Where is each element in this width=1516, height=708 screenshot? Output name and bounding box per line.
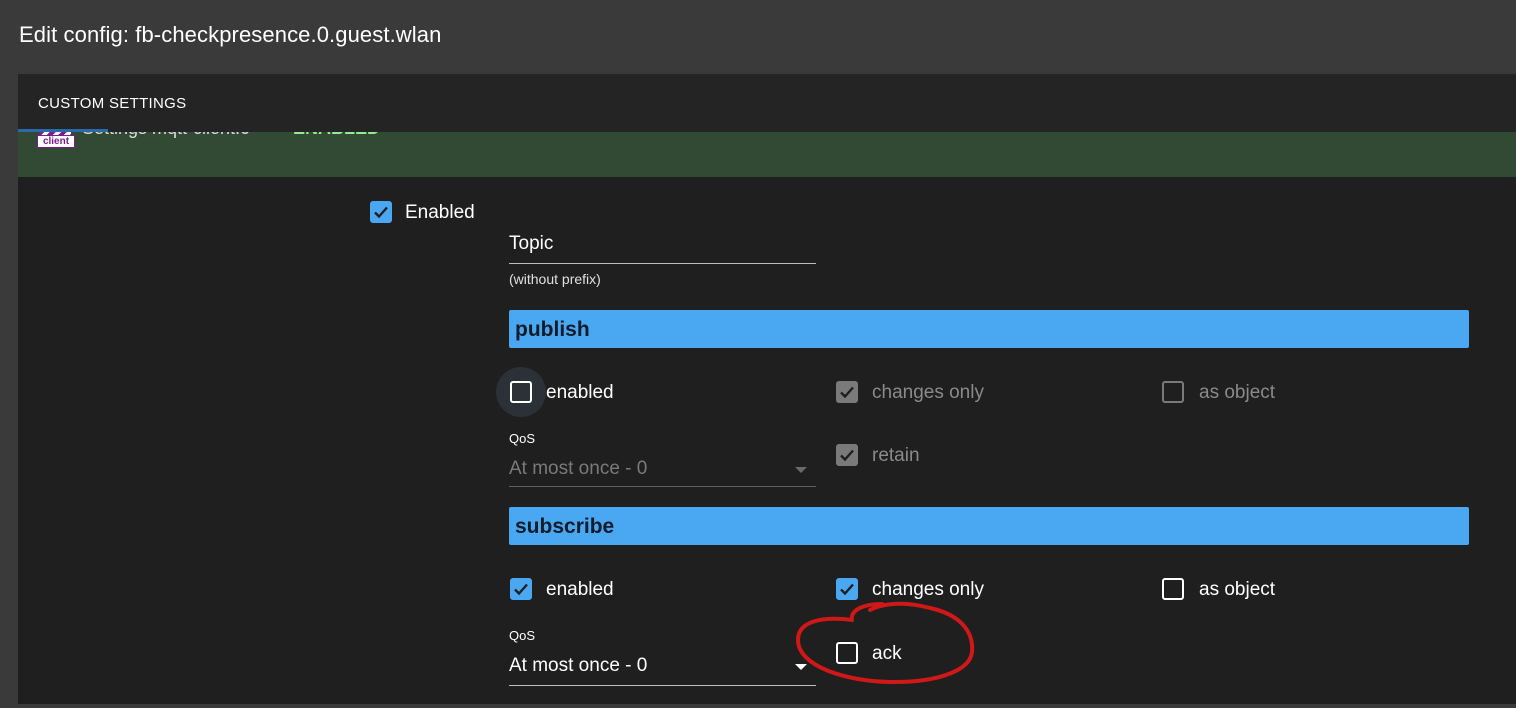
checkmark-icon [840,583,854,596]
subscribe-heading: subscribe [515,515,615,538]
config-panel: CUSTOM SETTINGS client Settings mqtt-cli… [18,74,1516,704]
checkmark-icon [514,583,528,596]
subscribe-as-object-label: as object [1199,579,1276,600]
publish-enabled-label: enabled [546,382,614,403]
publish-heading: publish [515,318,590,341]
publish-retain-label: retain [872,445,920,466]
subscribe-section-header: subscribe [509,507,1469,545]
subscribe-qos-select[interactable] [509,685,816,686]
dialog-title: Edit config: fb-checkpresence.0.guest.wl… [19,22,442,47]
topic-label: Topic [509,233,554,254]
publish-retain-checkbox[interactable] [836,444,858,466]
publish-section-header: publish [509,310,1469,348]
subscribe-qos-value: At most once - 0 [509,655,648,676]
publish-as-object-label: as object [1199,382,1276,403]
subscribe-changes-only-label: changes only [872,579,984,600]
enabled-checkbox[interactable] [370,201,392,223]
enabled-label: Enabled [405,202,475,223]
publish-changes-only-checkbox[interactable] [836,381,858,403]
topic-helper-text: (without prefix) [509,271,601,287]
publish-changes-only-label: changes only [872,382,984,403]
topic-input[interactable] [509,263,816,264]
subscribe-enabled-label: enabled [546,579,614,600]
publish-as-object-checkbox[interactable] [1162,381,1184,403]
publish-qos-caption: QoS [509,431,536,446]
subscribe-as-object-checkbox[interactable] [1162,578,1184,600]
publish-qos-value: At most once - 0 [509,458,648,479]
publish-enabled-checkbox[interactable] [510,381,532,403]
checkmark-icon [840,386,854,399]
adapter-header[interactable]: client Settings mqtt-client.0 ENABLED [18,118,1516,177]
tab-custom-settings[interactable]: CUSTOM SETTINGS [38,95,186,112]
publish-qos-select[interactable] [509,486,816,487]
checkmark-icon [374,206,388,219]
subscribe-changes-only-checkbox[interactable] [836,578,858,600]
tab-indicator [18,129,108,132]
subscribe-enabled-checkbox[interactable] [510,578,532,600]
annotation-circle-icon [796,601,975,684]
tab-bar: CUSTOM SETTINGS [18,74,1516,132]
chevron-down-icon [795,467,807,473]
subscribe-qos-caption: QoS [509,628,536,643]
logo-text: client [37,135,75,148]
checkmark-icon [840,449,854,462]
